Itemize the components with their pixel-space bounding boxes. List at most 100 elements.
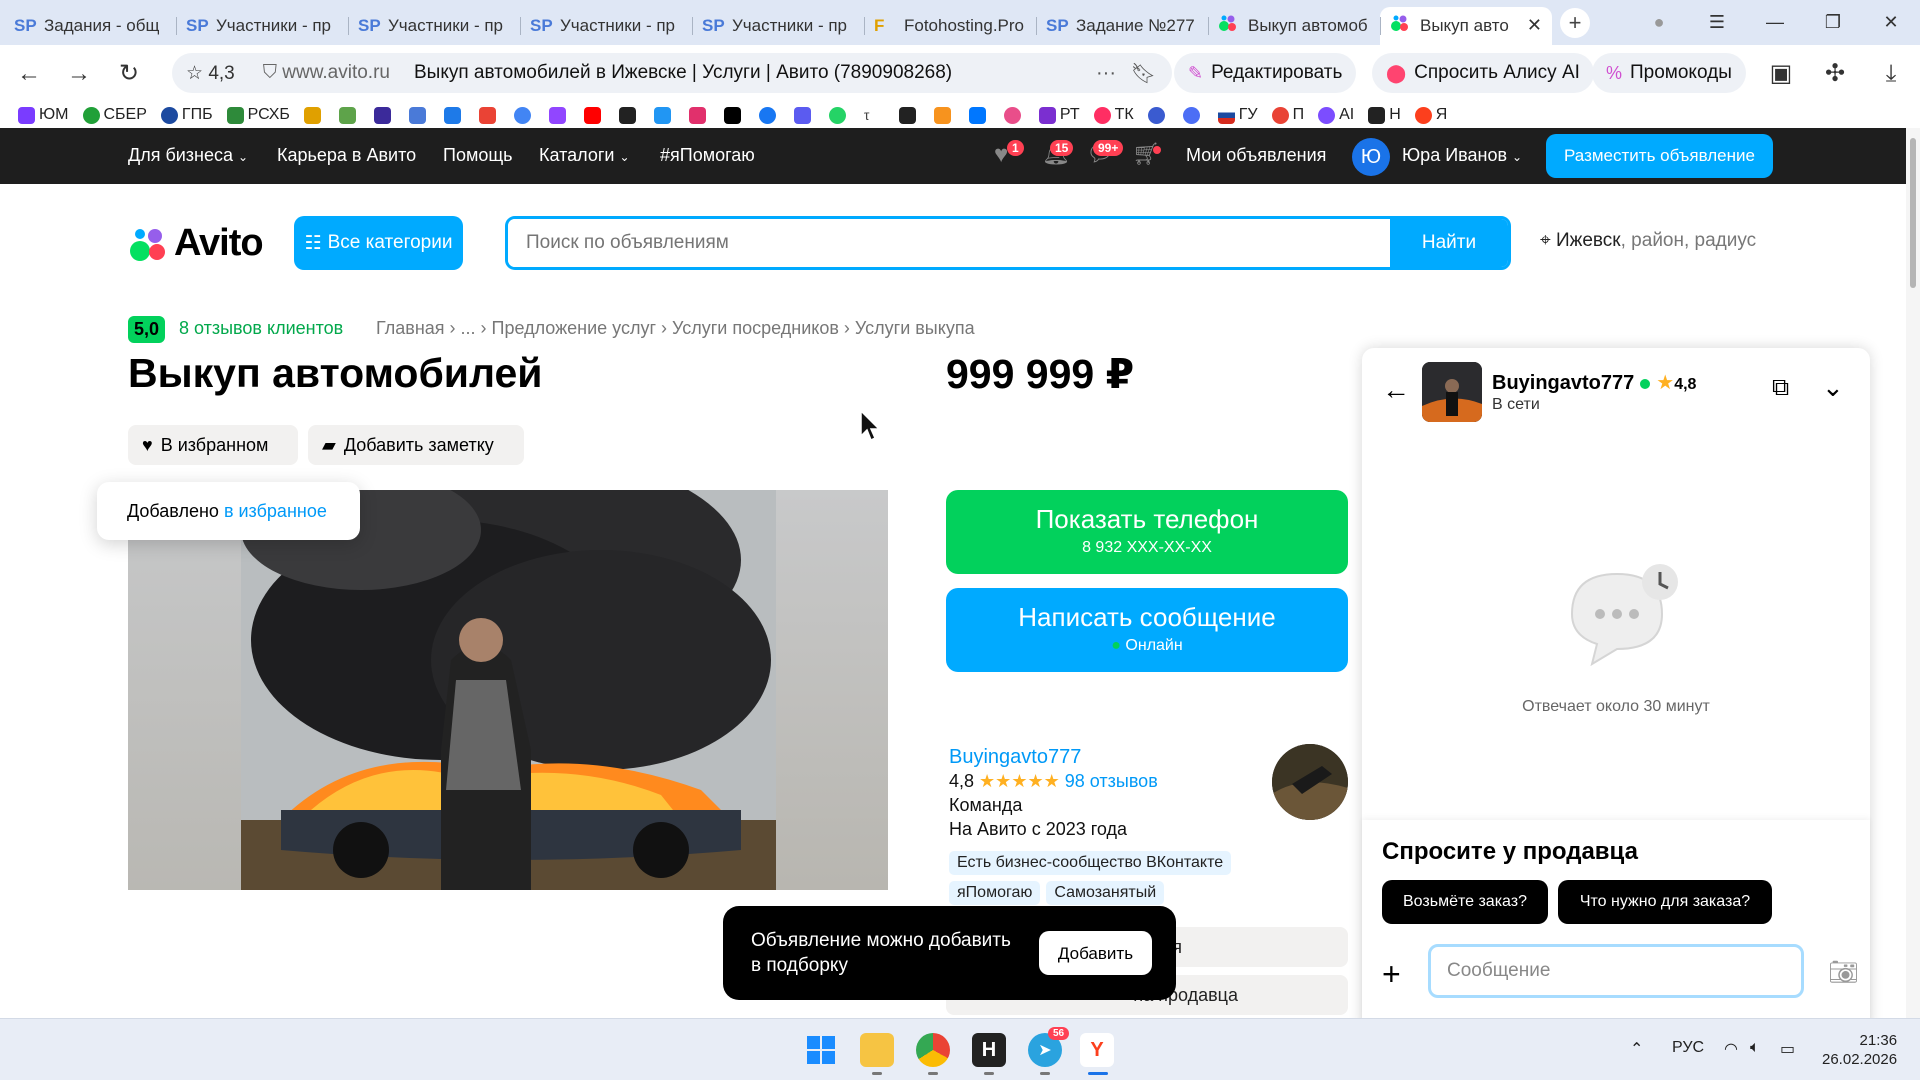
browser-tab-active[interactable]: Выкуп авто ✕: [1380, 6, 1552, 45]
avito-logo[interactable]: Avito: [128, 222, 264, 265]
bookmark-item[interactable]: [618, 106, 640, 124]
bookmark-item[interactable]: РСХБ: [226, 106, 290, 124]
browser-tab[interactable]: SP Участники - пр: [348, 7, 520, 45]
more-icon[interactable]: ···: [1096, 62, 1116, 85]
bookmark-item[interactable]: [898, 106, 920, 124]
bookmark-item[interactable]: ГУ: [1217, 106, 1258, 124]
profile-icon[interactable]: ●: [1630, 12, 1688, 33]
back-arrow-icon[interactable]: ←: [1382, 374, 1410, 406]
breadcrumb[interactable]: Главная › ... › Предложение услуг › Услу…: [376, 318, 975, 339]
camera-icon[interactable]: 📷︎: [1828, 958, 1858, 987]
cart-icon[interactable]: 🛒︎: [1132, 141, 1160, 167]
bookmark-item[interactable]: ЮМ: [18, 106, 69, 124]
h-app-icon[interactable]: H: [972, 1033, 1006, 1067]
bookmark-item[interactable]: [723, 106, 745, 124]
browser-tab[interactable]: SP Участники - пр: [692, 7, 864, 45]
reload-icon[interactable]: ↻: [104, 59, 154, 88]
file-explorer-icon[interactable]: [860, 1033, 894, 1067]
user-menu[interactable]: Юра Иванов ⌄: [1402, 145, 1522, 166]
bookmark-item[interactable]: [828, 106, 850, 124]
browser-tab[interactable]: SP Задание №277: [1036, 7, 1208, 45]
chat-avatar[interactable]: [1422, 362, 1482, 422]
quick-question-button[interactable]: Что нужно для заказа?: [1558, 880, 1772, 924]
bookmark-item[interactable]: [338, 106, 360, 124]
bookmark-item[interactable]: ТК: [1093, 106, 1134, 124]
bookmark-item[interactable]: [1003, 106, 1025, 124]
bookmark-item[interactable]: Я: [1414, 106, 1447, 124]
chrome-icon[interactable]: [916, 1033, 950, 1067]
location-selector[interactable]: ⌖ Ижевск, район, радиус: [1540, 230, 1756, 252]
toast-link[interactable]: в избранное: [224, 501, 327, 522]
find-button[interactable]: Найти: [1390, 219, 1508, 267]
browser-tab[interactable]: Выкуп автомоб: [1208, 7, 1380, 45]
bookmark-item[interactable]: ГПБ: [160, 106, 213, 124]
bookmark-item[interactable]: [968, 106, 990, 124]
keyboard-language[interactable]: РУС: [1672, 1039, 1704, 1057]
maximize-icon[interactable]: ❐: [1804, 12, 1862, 33]
bookmark-item[interactable]: τ: [863, 106, 885, 124]
bookmark-item[interactable]: [373, 106, 395, 124]
all-categories-button[interactable]: ☷ Все категории: [294, 216, 463, 270]
bookmark-item[interactable]: [688, 106, 710, 124]
bookmark-item[interactable]: [548, 106, 570, 124]
scrollbar-thumb[interactable]: [1910, 138, 1916, 288]
browser-tab[interactable]: F Fotohosting.Pro: [864, 7, 1036, 45]
bookmark-item[interactable]: [758, 106, 780, 124]
add-note-button[interactable]: ▰ Добавить заметку: [308, 425, 524, 465]
wifi-icon[interactable]: ◠: [1724, 1039, 1738, 1059]
promo-pill-button[interactable]: % Промокоды: [1592, 53, 1746, 93]
nav-ihelp[interactable]: #яПомогаю: [660, 145, 755, 166]
site-rating[interactable]: ☆ 4,3: [186, 62, 235, 85]
new-tab-button[interactable]: +: [1560, 7, 1590, 38]
bookmark-item[interactable]: СБЕР: [82, 106, 147, 124]
bookmark-item[interactable]: [793, 106, 815, 124]
bookmark-item[interactable]: Н: [1368, 106, 1401, 124]
bookmark-item[interactable]: [1182, 106, 1204, 124]
battery-icon[interactable]: ▭: [1780, 1039, 1795, 1059]
bookmark-item[interactable]: [408, 106, 430, 124]
bookmark-item[interactable]: AI: [1318, 106, 1354, 124]
seller-avatar[interactable]: [1272, 744, 1348, 820]
reviews-link[interactable]: 8 отзывов клиентов: [179, 318, 343, 339]
chip-vk-community[interactable]: Есть бизнес-сообщество ВКонтакте: [949, 851, 1232, 875]
windows-start-icon[interactable]: [804, 1033, 838, 1067]
tab-menu-icon[interactable]: ☰: [1688, 12, 1746, 33]
bookmark-item[interactable]: [303, 106, 325, 124]
nav-help[interactable]: Помощь: [443, 145, 513, 166]
seller-reviews-link[interactable]: 98 отзывов: [1065, 771, 1158, 791]
nav-catalogs[interactable]: Каталоги ⌄: [539, 145, 630, 166]
chevron-up-icon[interactable]: ⌃: [1630, 1039, 1643, 1059]
bookmark-item[interactable]: [583, 106, 605, 124]
write-message-button[interactable]: Написать сообщение ● Онлайн: [946, 588, 1348, 672]
bookmark-item[interactable]: П: [1271, 106, 1304, 124]
system-clock[interactable]: 21:36 26.02.2026: [1822, 1031, 1897, 1069]
show-phone-button[interactable]: Показать телефон 8 932 XXX-XX-XX: [946, 490, 1348, 574]
bookmark-item[interactable]: [478, 106, 500, 124]
browser-tab[interactable]: SP Участники - пр: [176, 7, 348, 45]
minimize-icon[interactable]: —: [1746, 12, 1804, 33]
heart-icon[interactable]: ♥: [994, 141, 1008, 169]
bookmark-item[interactable]: [443, 106, 465, 124]
download-icon[interactable]: ⤓: [1866, 60, 1916, 88]
bookmark-item[interactable]: РТ: [1038, 106, 1080, 124]
back-icon[interactable]: ←: [4, 60, 54, 88]
close-window-icon[interactable]: ✕: [1862, 12, 1920, 33]
message-input[interactable]: Сообщение: [1428, 944, 1804, 998]
page-scrollbar[interactable]: [1906, 128, 1920, 1018]
add-to-collection-button[interactable]: Добавить: [1039, 931, 1152, 975]
alice-pill-button[interactable]: ⬤ Спросить Алису AI: [1372, 53, 1594, 93]
volume-icon[interactable]: 🔈︎: [1750, 1039, 1760, 1057]
chevron-down-icon[interactable]: ⌄: [1822, 372, 1844, 403]
chip-ihelp[interactable]: яПомогаю: [949, 881, 1041, 905]
nav-career[interactable]: Карьера в Авито: [277, 145, 416, 166]
edit-pill-button[interactable]: ✎ Редактировать: [1174, 53, 1357, 93]
bookmark-item[interactable]: [933, 106, 955, 124]
bookmark-item[interactable]: [1147, 106, 1169, 124]
open-external-icon[interactable]: ⧉: [1772, 374, 1789, 402]
extensions-icon[interactable]: ✣: [1810, 59, 1860, 88]
listing-photo[interactable]: [128, 490, 888, 890]
browser-tab[interactable]: SP Задания - общ: [4, 7, 176, 45]
close-tab-icon[interactable]: ✕: [1527, 15, 1542, 36]
bookmark-icon[interactable]: 🔖︎: [1131, 61, 1156, 86]
nav-business[interactable]: Для бизнеса ⌄: [128, 145, 248, 166]
